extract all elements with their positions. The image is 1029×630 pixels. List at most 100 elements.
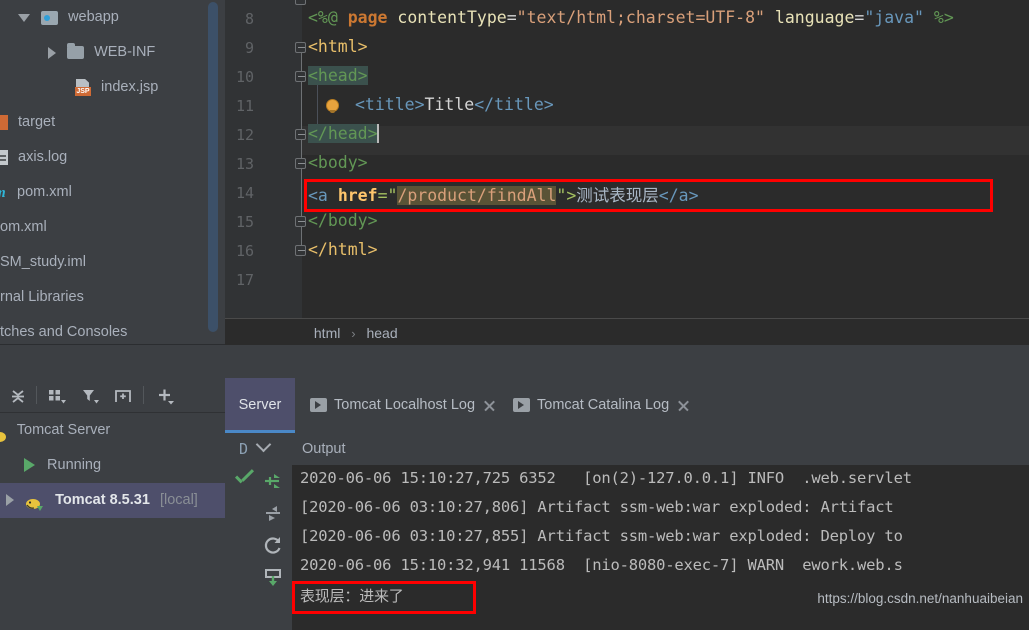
add-frame-icon[interactable] [112,386,134,411]
tree-item-web-inf[interactable]: WEB-INF [0,35,225,70]
chevron-right-icon[interactable] [6,494,14,507]
line-number: 15 [235,213,254,231]
code-token: page [347,8,398,27]
code-token: = [854,8,865,27]
fold-marker[interactable] [295,216,308,229]
fold-marker[interactable] [295,158,308,171]
fold-marker[interactable] [295,245,308,258]
code-token: "java" [864,8,924,27]
server-tree-label: Tomcat Server [16,422,111,438]
jsp-file-icon: JSP [75,79,91,96]
annotation-box-output [292,581,476,614]
excluded-folder-icon [0,115,8,130]
server-tree-item-tomcat[interactable]: Tomcat 8.5.31 [local] [0,483,225,518]
run-icon [310,398,327,413]
fold-marker[interactable] [295,0,308,7]
code-token: </html> [308,240,378,259]
line-number: 8 [244,10,254,28]
csdn-watermark: https://blog.csdn.net/nanhuaibeian [817,591,1023,606]
folder-icon [67,43,85,59]
server-tree-group[interactable]: Tomcat Server [0,413,225,448]
close-icon[interactable] [677,399,690,412]
annotation-box-link [304,179,993,212]
fold-marker[interactable] [295,42,308,55]
chevron-down-icon[interactable] [18,13,30,22]
step-icon[interactable] [261,501,285,525]
tree-item-pom-xml[interactable]: m pom.xml [0,175,225,210]
tree-item-om-xml[interactable]: om.xml [0,210,225,245]
breadcrumb[interactable]: html › head [225,318,1029,346]
line-number: 13 [235,155,254,173]
server-tree-status[interactable]: Running [0,448,225,483]
tree-item-label: SM_study.iml [0,254,86,270]
application-servers-tool-window: Tomcat Server Running Tomcat 8.5.31 [loc… [0,378,1029,630]
server-toolbar[interactable] [0,378,225,413]
chevron-right-icon[interactable] [48,46,56,59]
breadcrumb-item-head[interactable]: head [366,319,397,347]
toolbar-divider [36,386,37,404]
run-icon [24,458,35,473]
editor-gutter[interactable]: 8 9 10 11 12 13 14 15 16 17 [225,0,302,318]
tree-item-ssm-study-iml[interactable]: SM_study.iml [0,245,225,280]
code-token: = [506,8,517,27]
log-line: 2020-06-06 15:10:27,725 6352 [on(2)-127.… [300,469,912,487]
line-number: 12 [235,126,254,144]
console-side-toolbar[interactable] [255,465,292,630]
tree-item-label: webapp [68,9,119,25]
console-header[interactable]: D Output [225,433,1029,465]
code-line-10: <head> [308,66,368,85]
code-token: </head> [308,124,378,143]
line-number: 11 [235,97,254,115]
restart-icon[interactable] [261,533,285,557]
tree-item-label: target [18,114,56,130]
console-output[interactable]: 2020-06-06 15:10:27,725 6352 [on(2)-127.… [292,465,1029,630]
fold-marker[interactable] [295,71,308,84]
tab-tomcat-localhost-log[interactable]: Tomcat Localhost Log [310,378,496,433]
code-token: <body> [308,153,368,172]
code-token: <html> [308,37,368,56]
project-tool-window[interactable]: webapp WEB-INF JSP index.jsp target axis… [0,0,225,345]
code-line-8: <%@ page contentType="text/html;charset=… [308,8,954,27]
output-label: Output [302,441,346,457]
filter-icon[interactable] [80,386,102,411]
tomcat-icon [0,423,7,443]
tree-item-webapp[interactable]: webapp [0,0,225,35]
tree-item-external-libraries[interactable]: rnal Libraries [0,280,225,315]
code-line-9: <html> [308,37,368,56]
rerun-icon[interactable] [261,469,285,493]
scroll-to-end-icon[interactable] [261,565,285,589]
close-icon[interactable] [483,399,496,412]
intention-bulb-icon[interactable] [327,100,338,113]
add-icon[interactable] [155,386,177,411]
tree-item-label: axis.log [18,149,68,165]
code-line-11: <title>Title</title> [355,95,554,114]
module-content-icon [41,10,59,25]
tab-server[interactable]: Server [225,378,295,433]
breadcrumb-item-html[interactable]: html [314,319,340,347]
code-line-16: </html> [308,240,378,259]
collapse-all-icon[interactable] [8,386,28,411]
line-number: 14 [235,184,254,202]
tree-item-scratches-and-consoles[interactable]: tches and Consoles [0,315,225,345]
code-editor[interactable]: 8 9 10 11 12 13 14 15 16 17 <%@ page con… [225,0,1029,318]
console-tab-bar[interactable]: Server Tomcat Localhost Log Tomcat Catal… [225,378,1029,433]
line-number: 17 [235,271,254,289]
tab-tomcat-catalina-log[interactable]: Tomcat Catalina Log [513,378,690,433]
code-token: </title> [474,95,554,114]
tree-item-label: pom.xml [17,184,72,200]
project-tree-scrollbar[interactable] [208,2,218,332]
log-file-icon [0,150,8,165]
server-tree[interactable]: Tomcat Server Running Tomcat 8.5.31 [loc… [0,413,225,630]
maven-file-icon: m [0,185,7,201]
tree-item-axis-log[interactable]: axis.log [0,140,225,175]
fold-marker[interactable] [295,129,308,142]
group-by-icon[interactable] [46,386,68,411]
server-tree-label-suffix: [local] [159,492,198,508]
code-token: Title [424,95,475,114]
chevron-down-icon[interactable] [255,436,272,453]
tree-item-index-jsp[interactable]: JSP index.jsp [0,70,225,105]
code-token: <head> [308,66,368,85]
tree-item-label: om.xml [0,219,47,235]
code-token: <title> [355,95,425,114]
tree-item-target[interactable]: target [0,105,225,140]
